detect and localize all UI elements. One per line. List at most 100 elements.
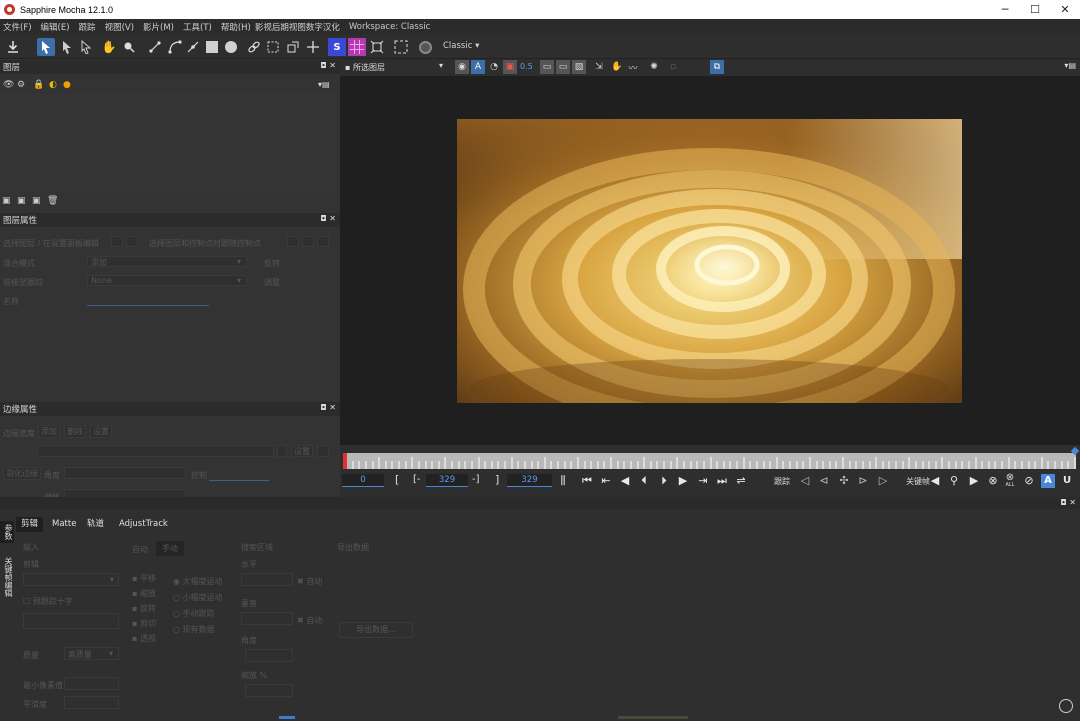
play-backward-icon[interactable]: ◀: [618, 474, 632, 488]
xspline-icon[interactable]: [146, 38, 164, 56]
delete-keyframe-icon[interactable]: ⊗: [986, 474, 1000, 488]
panel-controls[interactable]: ◘ ✕: [320, 214, 336, 223]
maximize-button[interactable]: ☐: [1020, 0, 1050, 19]
edge-stepper[interactable]: [277, 445, 287, 457]
layer-outline-icon[interactable]: ◉: [455, 60, 469, 74]
layer-name-input[interactable]: [87, 305, 209, 306]
set-in-button[interactable]: [-: [413, 474, 421, 485]
in-bracket[interactable]: [: [395, 473, 399, 486]
transform-icon[interactable]: [284, 38, 302, 56]
motion-small[interactable]: ○ 小幅度运动: [173, 592, 223, 603]
auto-key-button[interactable]: A: [1041, 474, 1055, 488]
end-frame-field[interactable]: 329: [507, 474, 552, 487]
eye-icon[interactable]: 👁: [3, 80, 14, 90]
vertical-auto-check[interactable]: ✖ 自动: [297, 615, 322, 626]
u-key-button[interactable]: U: [1060, 474, 1074, 488]
crop-icon[interactable]: [392, 38, 410, 56]
opacity-value[interactable]: 0.5: [520, 62, 533, 71]
edge-remove-button[interactable]: 删除: [64, 425, 86, 438]
playhead-marker[interactable]: [343, 453, 347, 469]
auto-subtab[interactable]: 自动: [132, 544, 148, 555]
track-option-rotate[interactable]: ▪ 旋转: [132, 603, 156, 614]
ellipse-tool-icon[interactable]: [222, 38, 240, 56]
track-option-shear[interactable]: ▪ 剪切: [132, 618, 156, 629]
move-icon[interactable]: [304, 38, 322, 56]
motion-large[interactable]: ◉ 大幅度运动: [173, 576, 223, 587]
menu-tools[interactable]: 工具(T): [183, 21, 212, 33]
view-mode-b-icon[interactable]: ▭: [556, 60, 570, 74]
add-keyframe-icon[interactable]: ⚲: [947, 474, 961, 488]
trace-icon[interactable]: ⇲: [592, 60, 606, 74]
track-backward-icon[interactable]: ◁: [798, 474, 812, 488]
menu-help[interactable]: 帮助(H): [221, 21, 251, 33]
go-start-icon[interactable]: ⏮: [580, 474, 594, 488]
search-zoom-field[interactable]: [245, 684, 293, 697]
prop-toggle-a[interactable]: [111, 236, 123, 247]
menu-view[interactable]: 视图(V): [105, 21, 134, 33]
quality-select[interactable]: 高质量 ▾: [64, 647, 119, 660]
prop-toggle-b[interactable]: [126, 236, 138, 247]
export-data-button[interactable]: 导出数据...: [339, 622, 413, 638]
tab-matte[interactable]: Matte: [47, 517, 81, 532]
vertical-field[interactable]: [241, 612, 293, 625]
keyframe-editor-side-tab[interactable]: 关键帧编辑: [0, 553, 14, 601]
edge-apply-button[interactable]: 设置: [291, 445, 313, 457]
menu-extra[interactable]: 影视后期视图数字汉化: [255, 21, 340, 33]
zoom-icon[interactable]: [120, 38, 138, 56]
view-mode-c-icon[interactable]: ▧: [572, 60, 586, 74]
edge-add-button[interactable]: 添加: [38, 425, 60, 438]
delete-all-keyframes-button[interactable]: ⊗ ALL: [1003, 473, 1017, 489]
tab-adjust-track[interactable]: AdjustTrack: [114, 517, 173, 532]
auto-display-icon[interactable]: A: [471, 60, 485, 74]
minimize-button[interactable]: ─: [990, 0, 1020, 19]
tab-clip[interactable]: 剪辑: [16, 517, 44, 532]
view-mode-a-icon[interactable]: ▭: [540, 60, 554, 74]
panel-controls[interactable]: ◘ ✕: [1060, 498, 1076, 507]
loop-icon[interactable]: ⇌: [734, 474, 748, 488]
track-forward-icon[interactable]: ▷: [876, 474, 890, 488]
track-center-icon[interactable]: ✣: [837, 474, 851, 488]
workspace-select[interactable]: Classic ▾: [443, 41, 479, 51]
select-point-icon[interactable]: [77, 38, 95, 56]
clear-keyframes-icon[interactable]: ⊘: [1022, 474, 1036, 488]
layers-menu-icon[interactable]: ▾▤: [318, 80, 330, 89]
menu-movie[interactable]: 影片(M): [143, 21, 174, 33]
motion-existing[interactable]: ○ 现有数据: [173, 624, 215, 635]
select-add-icon[interactable]: [58, 38, 76, 56]
track-step-forward-icon[interactable]: ⊳: [856, 474, 870, 488]
trim-icon[interactable]: ⫼: [556, 474, 570, 488]
set-out-button[interactable]: -]: [472, 474, 480, 485]
prop-toggle-d[interactable]: [302, 236, 314, 247]
refresh-icon[interactable]: [1059, 699, 1073, 713]
link-track-select[interactable]: None ▾: [87, 275, 247, 286]
pretrack-checkbox[interactable]: ☐ 预跟踪十字: [23, 596, 73, 607]
chevron-down-icon[interactable]: ▾: [439, 61, 443, 70]
rect-tool-icon[interactable]: [203, 38, 221, 56]
layers-list[interactable]: [0, 94, 336, 192]
track-step-back-icon[interactable]: ⊲: [817, 474, 831, 488]
track-option-translate[interactable]: ▪ 平移: [132, 573, 156, 584]
lock-icon[interactable]: 🔒: [33, 80, 44, 90]
add-layer-icon[interactable]: ▣: [17, 196, 26, 206]
angle-field[interactable]: [64, 467, 186, 479]
clip-select[interactable]: ▾: [23, 573, 119, 586]
delete-layer-icon[interactable]: 🗑: [47, 196, 58, 206]
play-forward-icon[interactable]: ▶: [676, 474, 690, 488]
prev-keyframe-icon[interactable]: ◀: [928, 474, 942, 488]
moon-icon[interactable]: ◐: [49, 80, 57, 90]
blend-mode-select[interactable]: 添加 ▾: [87, 256, 247, 267]
menu-edit[interactable]: 编辑(E): [41, 21, 70, 33]
sync-view-icon[interactable]: ⧉: [710, 60, 724, 74]
prop-toggle-e[interactable]: [317, 236, 329, 247]
duplicate-layer-icon[interactable]: ▣: [32, 196, 41, 206]
color-icon[interactable]: ●: [63, 80, 71, 90]
motion-manual[interactable]: ○ 手动跟踪: [173, 608, 215, 619]
horizontal-auto-check[interactable]: ✖ 自动: [297, 576, 322, 587]
export-icon[interactable]: [4, 38, 22, 56]
step-back-icon[interactable]: ⏴: [637, 474, 651, 488]
stabilize-icon[interactable]: [416, 38, 434, 56]
viewer-menu-icon[interactable]: ▾▤: [1064, 61, 1076, 70]
input-apply-button[interactable]: [23, 613, 119, 629]
close-button[interactable]: ✕: [1050, 0, 1080, 19]
align-icon[interactable]: [264, 38, 282, 56]
